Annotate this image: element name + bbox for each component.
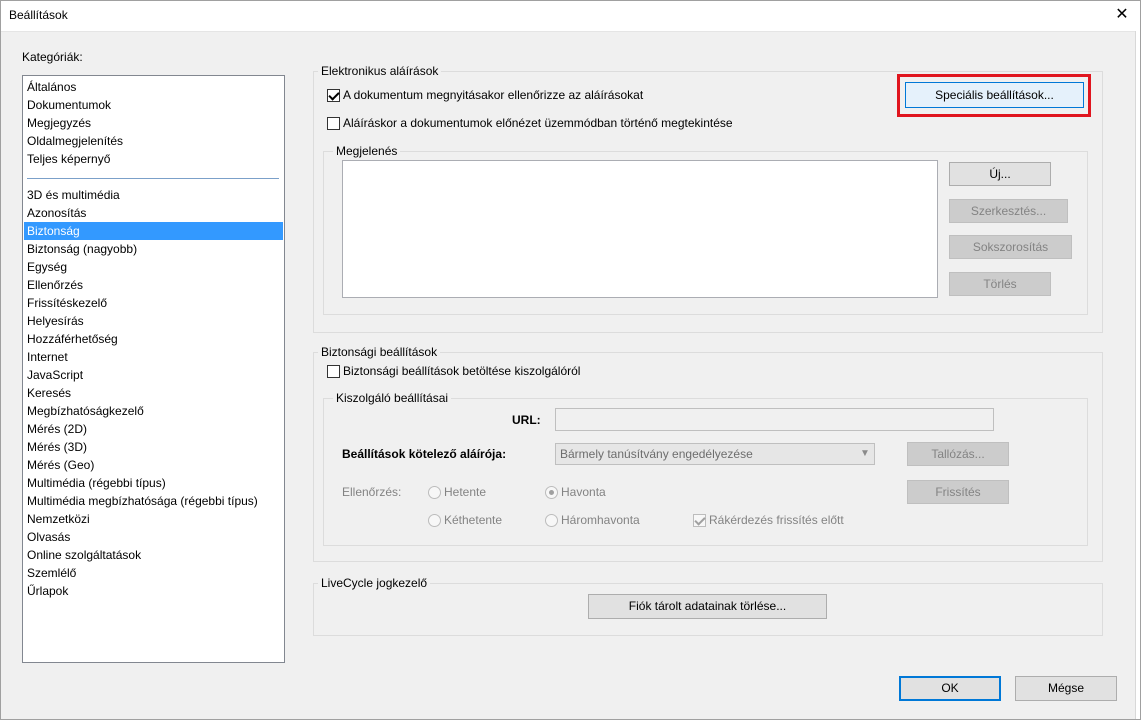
categories-list[interactable]: Általános Dokumentumok Megjegyzés Oldalmegj…	[22, 75, 285, 663]
server-settings-title: Kiszolgáló beállításai	[333, 391, 452, 405]
category-item[interactable]: 3D és multimédia	[24, 186, 283, 204]
category-item[interactable]: Megjegyzés	[24, 114, 283, 132]
url-label: URL:	[512, 413, 541, 427]
edit-appearance-button[interactable]: Szerkesztés...	[949, 199, 1068, 223]
cancel-button[interactable]: Mégse	[1015, 676, 1117, 701]
signer-select[interactable]: Bármely tanúsítvány engedélyezése ▼	[555, 443, 875, 465]
category-item[interactable]: Dokumentumok	[24, 96, 283, 114]
load-from-server-checkbox[interactable]	[327, 365, 340, 378]
ok-button[interactable]: OK	[899, 676, 1001, 701]
category-item[interactable]: Egység	[24, 258, 283, 276]
biweekly-label: Kéthetente	[444, 513, 503, 527]
url-input[interactable]	[555, 408, 994, 431]
category-item[interactable]: Szemlélő	[24, 564, 283, 582]
category-item[interactable]: Biztonság (nagyobb)	[24, 240, 283, 258]
weekly-label: Hetente	[444, 485, 487, 499]
load-from-server-label: Biztonsági beállítások betöltése kiszolg…	[343, 364, 581, 378]
security-group-title: Biztonsági beállítások	[318, 345, 441, 359]
category-item[interactable]: Mérés (3D)	[24, 438, 283, 456]
category-item[interactable]: Mérés (Geo)	[24, 456, 283, 474]
biweekly-radio[interactable]	[428, 514, 441, 527]
monthly-label: Havonta	[561, 485, 606, 499]
background-window-edge	[1135, 31, 1141, 720]
check-interval-label: Ellenőrzés:	[342, 485, 402, 499]
clear-account-data-button[interactable]: Fiók tárolt adatainak törlése...	[588, 594, 827, 619]
category-item[interactable]: Olvasás	[24, 528, 283, 546]
ask-before-refresh-checkbox[interactable]	[693, 514, 706, 527]
preview-mode-checkbox[interactable]	[327, 117, 340, 130]
category-item[interactable]: Frissítéskezelő	[24, 294, 283, 312]
categories-label: Kategóriák:	[22, 50, 83, 64]
category-item[interactable]: Nemzetközi	[24, 510, 283, 528]
title-bar: Beállítások ✕	[0, 0, 1141, 32]
verify-on-open-checkbox[interactable]	[327, 89, 340, 102]
quarterly-label: Háromhavonta	[561, 513, 640, 527]
duplicate-appearance-button[interactable]: Sokszorosítás	[949, 235, 1072, 259]
category-item[interactable]: Oldalmegjelenítés	[24, 132, 283, 150]
category-separator	[27, 178, 279, 179]
quarterly-radio[interactable]	[545, 514, 558, 527]
weekly-radio[interactable]	[428, 486, 441, 499]
new-appearance-button[interactable]: Új...	[949, 162, 1051, 186]
refresh-button[interactable]: Frissítés	[907, 480, 1009, 504]
category-item[interactable]: Mérés (2D)	[24, 420, 283, 438]
ask-before-refresh-label: Rákérdezés frissítés előtt	[709, 513, 844, 527]
delete-appearance-button[interactable]: Törlés	[949, 272, 1051, 296]
category-item[interactable]: JavaScript	[24, 366, 283, 384]
category-item[interactable]: Multimédia (régebbi típus)	[24, 474, 283, 492]
category-item[interactable]: Megbízhatóságkezelő	[24, 402, 283, 420]
appearance-group-title: Megjelenés	[333, 144, 401, 158]
category-item[interactable]: Ellenőrzés	[24, 276, 283, 294]
category-item[interactable]: Azonosítás	[24, 204, 283, 222]
verify-on-open-label: A dokumentum megnyitásakor ellenőrizze a…	[343, 88, 644, 102]
category-item[interactable]: Teljes képernyő	[24, 150, 283, 168]
close-icon[interactable]: ✕	[1111, 4, 1133, 26]
category-item[interactable]: Internet	[24, 348, 283, 366]
window-title: Beállítások	[9, 8, 68, 22]
category-item[interactable]: Hozzáférhetőség	[24, 330, 283, 348]
chevron-down-icon: ▼	[860, 448, 870, 459]
preview-mode-label: Aláíráskor a dokumentumok előnézet üzemm…	[343, 116, 733, 130]
signer-label: Beállítások kötelező aláírója:	[342, 447, 507, 461]
category-item[interactable]: Űrlapok	[24, 582, 283, 600]
category-item[interactable]: Biztonság	[24, 222, 283, 240]
advanced-settings-button[interactable]: Speciális beállítások...	[905, 82, 1084, 108]
category-item[interactable]: Keresés	[24, 384, 283, 402]
signer-select-value: Bármely tanúsítvány engedélyezése	[560, 447, 753, 461]
category-item[interactable]: Multimédia megbízhatósága (régebbi típus…	[24, 492, 283, 510]
appearance-list[interactable]	[342, 160, 938, 298]
category-item[interactable]: Online szolgáltatások	[24, 546, 283, 564]
category-item[interactable]: Helyesírás	[24, 312, 283, 330]
livecycle-group-title: LiveCycle jogkezelő	[318, 576, 431, 590]
browse-button[interactable]: Tallózás...	[907, 442, 1009, 466]
category-item[interactable]: Általános	[24, 78, 283, 96]
signatures-group-title: Elektronikus aláírások	[318, 64, 442, 78]
monthly-radio[interactable]	[545, 486, 558, 499]
